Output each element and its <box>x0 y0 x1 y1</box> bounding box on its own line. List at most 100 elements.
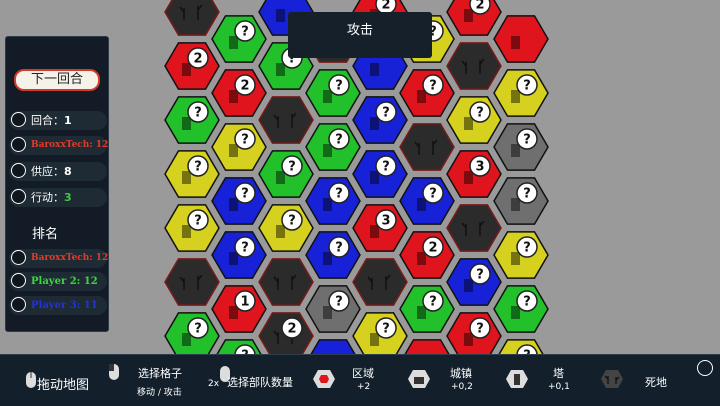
actions-label: 行动： <box>31 191 64 204</box>
ranking-row: Player 3: 11 <box>9 296 107 315</box>
hex-cell[interactable] <box>446 42 502 90</box>
hex-cell[interactable]: 2 <box>164 42 220 90</box>
hex-tile[interactable] <box>446 42 502 90</box>
tower-icon <box>323 252 332 265</box>
supply-stat: 供应：8 <box>9 162 107 181</box>
mouse-icon <box>109 364 119 380</box>
troop-count: 2 <box>475 0 484 13</box>
turn-stat: 回合：1 <box>9 111 107 130</box>
hex-tile[interactable] <box>493 15 549 63</box>
hex-cell[interactable]: 3 <box>446 150 502 198</box>
hex-cell[interactable]: ? <box>305 231 361 279</box>
hex-cell[interactable]: ? <box>493 69 549 117</box>
hex-cell[interactable] <box>352 258 408 306</box>
hex-cell[interactable]: 2 <box>446 0 502 36</box>
hex-cell[interactable] <box>446 204 502 252</box>
dead-land-icon <box>601 370 623 388</box>
hex-cell[interactable]: ? <box>399 177 455 225</box>
hex-cell[interactable]: ? <box>493 285 549 333</box>
tower-icon <box>464 333 473 346</box>
hex-cell[interactable]: ? <box>211 177 267 225</box>
hex-cell[interactable]: ? <box>164 204 220 252</box>
troop-count: ? <box>476 268 484 283</box>
hex-cell[interactable]: ? <box>493 177 549 225</box>
tower-icon <box>511 90 520 103</box>
troop-count: ? <box>241 133 249 148</box>
tower-icon <box>323 198 332 211</box>
tower-icon <box>464 9 473 22</box>
hex-cell[interactable]: ? <box>399 69 455 117</box>
hex-cell[interactable]: ? <box>164 96 220 144</box>
troop-count: ? <box>523 241 531 256</box>
hex-cell[interactable] <box>164 0 220 36</box>
hex-cell[interactable]: ? <box>446 258 502 306</box>
hex-tile[interactable] <box>258 96 314 144</box>
eye-icon[interactable] <box>697 360 713 376</box>
troop-count: ? <box>429 79 437 94</box>
tower-icon <box>370 171 379 184</box>
hex-tile[interactable] <box>399 123 455 171</box>
hex-cell[interactable]: 2 <box>399 231 455 279</box>
troop-count: ? <box>523 295 531 310</box>
hex-cell[interactable] <box>258 96 314 144</box>
hex-cell[interactable]: ? <box>352 312 408 360</box>
tower-icon <box>511 198 520 211</box>
hex-cell[interactable]: ? <box>305 123 361 171</box>
tower-label: 塔 <box>553 367 564 380</box>
attack-button[interactable]: 攻击 <box>288 12 432 58</box>
hex-cell[interactable]: ? <box>164 150 220 198</box>
hex-cell[interactable] <box>399 123 455 171</box>
tower-icon <box>370 63 379 76</box>
hex-cell[interactable]: ? <box>399 285 455 333</box>
hex-tile[interactable] <box>352 258 408 306</box>
tower-icon <box>464 279 473 292</box>
tower-icon <box>323 306 332 319</box>
hex-cell[interactable] <box>258 258 314 306</box>
hex-cell[interactable]: ? <box>211 231 267 279</box>
hex-tile[interactable] <box>258 258 314 306</box>
player-icon <box>11 273 26 288</box>
turn-label: 回合： <box>31 114 64 127</box>
hex-tile[interactable] <box>164 258 220 306</box>
tower-icon <box>229 36 238 49</box>
hex-tile[interactable] <box>164 0 220 36</box>
hex-cell[interactable]: ? <box>211 15 267 63</box>
hex-cell[interactable]: ? <box>258 150 314 198</box>
hex-cell[interactable]: 3 <box>352 204 408 252</box>
hex-cell[interactable]: ? <box>352 96 408 144</box>
tower-icon <box>229 198 238 211</box>
hex-cell[interactable]: ? <box>164 312 220 360</box>
tower-icon <box>464 117 473 130</box>
hex-cell[interactable]: ? <box>493 123 549 171</box>
troop-count: 2 <box>193 52 202 67</box>
troop-count: ? <box>241 25 249 40</box>
drag-map-hint: 拖动地图 <box>20 355 110 406</box>
tower-icon <box>511 36 520 49</box>
hex-cell[interactable]: ? <box>305 69 361 117</box>
tower-icon <box>506 370 528 388</box>
hex-cell[interactable]: ? <box>305 285 361 333</box>
hex-cell[interactable]: 2 <box>258 312 314 360</box>
tower-icon <box>464 171 473 184</box>
troop-count: 2 <box>240 79 249 94</box>
town-value: +0,2 <box>451 382 473 392</box>
hex-cell[interactable]: ? <box>352 150 408 198</box>
hex-cell[interactable]: ? <box>258 204 314 252</box>
hex-cell[interactable]: ? <box>493 231 549 279</box>
hex-cell[interactable]: 2 <box>211 69 267 117</box>
hex-cell[interactable]: ? <box>446 96 502 144</box>
region-icon <box>313 370 335 388</box>
hex-tile[interactable] <box>446 204 502 252</box>
next-turn-button[interactable]: 下一回合 <box>14 69 100 91</box>
hex-cell[interactable] <box>164 258 220 306</box>
hex-cell[interactable]: 1 <box>211 285 267 333</box>
troop-count: ? <box>288 214 296 229</box>
hex-cell[interactable]: ? <box>446 312 502 360</box>
hex-cell[interactable] <box>493 15 549 63</box>
clock-icon <box>11 112 26 127</box>
hex-cell[interactable]: ? <box>211 123 267 171</box>
controls-legend-bar: 拖动地图 选择格子 移动 / 攻击 2x 选择部队数量 区域 +2 城镇 +0,… <box>0 354 720 406</box>
tower-legend: 塔 +0,1 <box>505 355 580 406</box>
hex-cell[interactable]: ? <box>305 177 361 225</box>
tower-icon <box>182 225 191 238</box>
